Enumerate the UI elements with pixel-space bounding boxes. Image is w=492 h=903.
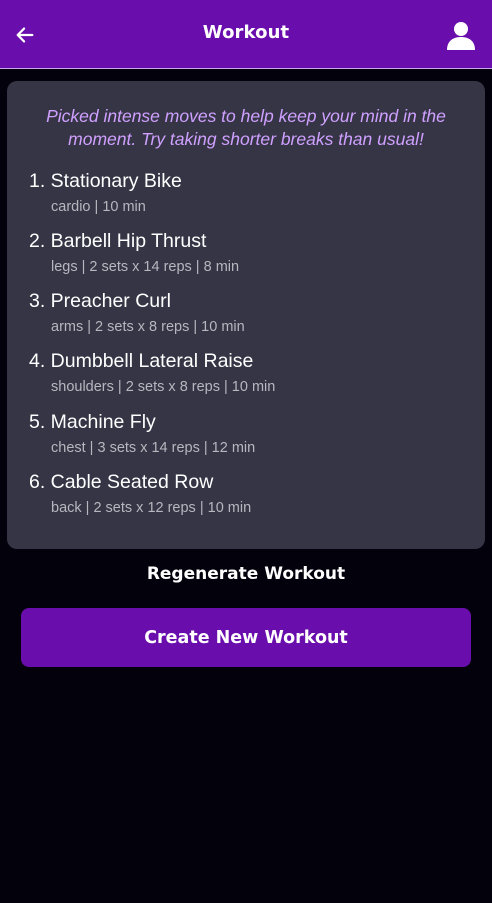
workout-card: Picked intense moves to help keep your m…: [7, 81, 485, 549]
exercise-item: 5. Machine Fly chest | 3 sets x 14 reps …: [29, 410, 255, 457]
exercise-name: 2. Barbell Hip Thrust: [29, 230, 207, 252]
exercise-name: 6. Cable Seated Row: [29, 471, 214, 493]
app-header: Workout: [0, 0, 492, 69]
exercise-name: 5. Machine Fly: [29, 411, 156, 433]
exercise-name: 3. Preacher Curl: [29, 290, 171, 312]
user-icon: [447, 22, 475, 50]
page-title: Workout: [202, 22, 290, 43]
exercise-detail: shoulders | 2 sets x 8 reps | 10 min: [51, 379, 276, 395]
exercise-item: 3. Preacher Curl arms | 2 sets x 8 reps …: [29, 289, 245, 336]
create-new-workout-label: Create New Workout: [144, 627, 348, 648]
profile-button[interactable]: [444, 18, 478, 52]
exercise-item: 6. Cable Seated Row back | 2 sets x 12 r…: [29, 470, 251, 517]
exercise-name: 4. Dumbbell Lateral Raise: [29, 350, 254, 372]
exercise-item: 4. Dumbbell Lateral Raise shoulders | 2 …: [29, 349, 275, 396]
exercise-detail: cardio | 10 min: [51, 199, 146, 215]
exercise-item: 1. Stationary Bike cardio | 10 min: [29, 169, 182, 216]
exercise-item: 2. Barbell Hip Thrust legs | 2 sets x 14…: [29, 229, 239, 276]
exercise-detail: arms | 2 sets x 8 reps | 10 min: [51, 319, 245, 335]
exercise-detail: legs | 2 sets x 14 reps | 8 min: [51, 259, 240, 275]
exercise-detail: back | 2 sets x 12 reps | 10 min: [51, 500, 252, 516]
exercise-detail: chest | 3 sets x 14 reps | 12 min: [51, 440, 256, 456]
workout-tagline: Picked intense moves to help keep your m…: [46, 106, 446, 149]
create-new-workout-button[interactable]: Create New Workout: [21, 608, 471, 667]
exercise-name: 1. Stationary Bike: [29, 170, 182, 192]
regenerate-workout-button[interactable]: Regenerate Workout: [0, 564, 492, 584]
